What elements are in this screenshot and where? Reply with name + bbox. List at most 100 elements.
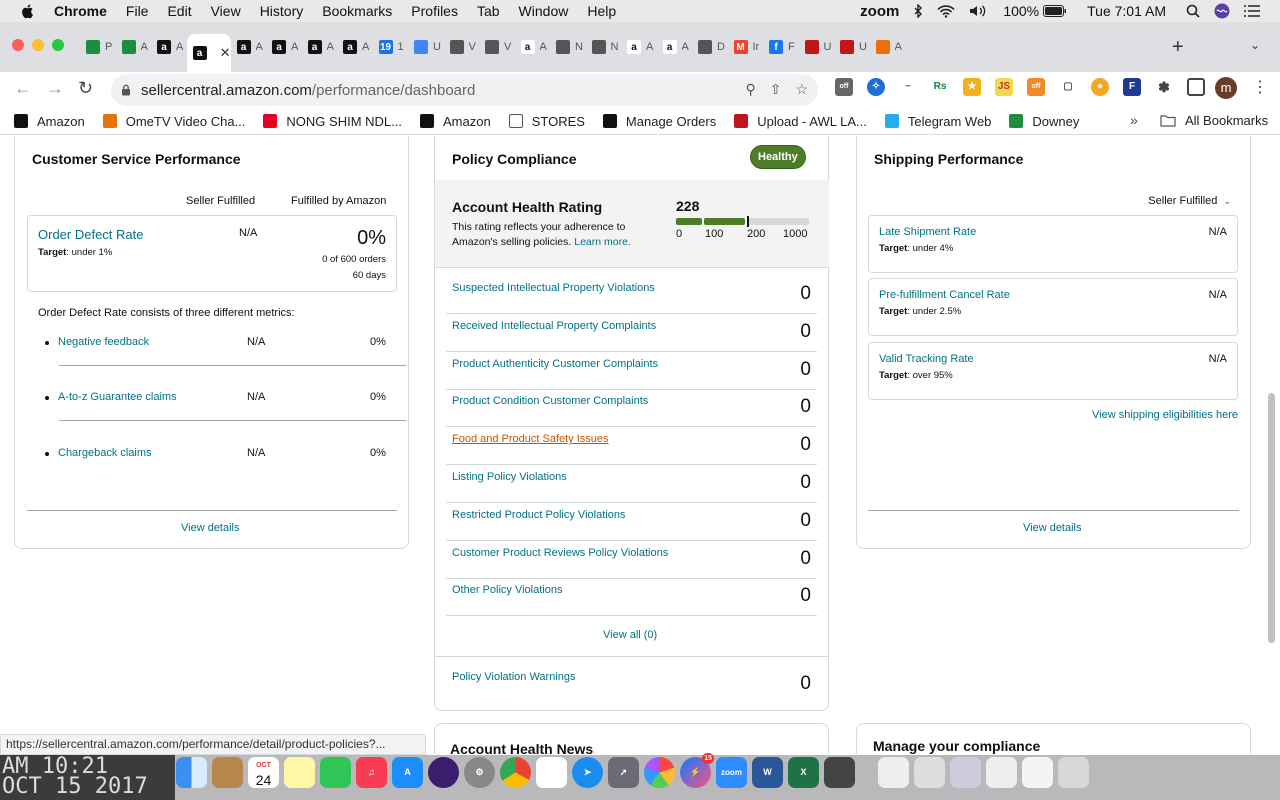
bookmark-item[interactable]: NONG SHIM NDL... [263,114,402,129]
tab[interactable]: U [408,34,444,60]
zoom-app-icon[interactable]: zoom [716,757,747,788]
tab[interactable]: aA [337,34,373,60]
bookmark-item[interactable]: Downey [1009,114,1079,129]
view-all-link[interactable]: View all (0) [603,629,657,641]
tab-active[interactable]: a ✕ [186,34,231,72]
reload-button[interactable]: ↻ [78,78,93,99]
music-icon[interactable]: ♫ [356,757,387,788]
extension-clover-icon[interactable]: ✧ [867,78,885,96]
word-icon[interactable]: W [752,757,783,788]
shipping-metric-link[interactable]: Late Shipment Rate [879,226,976,238]
cs-view-details-link[interactable]: View details [181,522,240,534]
facetime-icon[interactable] [320,757,351,788]
close-tab-icon[interactable]: ✕ [220,45,231,61]
extension-f-icon[interactable]: F [1123,78,1141,96]
policy-row-link[interactable]: Received Intellectual Property Complaint… [452,320,656,332]
extension-off-orange-icon[interactable]: off [1027,78,1045,96]
fulfillment-dropdown[interactable]: Seller Fulfilled ⌄ [1148,195,1231,207]
policy-row-link[interactable]: Product Condition Customer Complaints [452,395,648,407]
policy-row-link[interactable]: Other Policy Violations [452,584,562,596]
app-store-icon[interactable]: A [392,757,423,788]
chrome-icon[interactable] [500,757,531,788]
shipping-view-details-link[interactable]: View details [1023,522,1082,534]
printer-icon[interactable] [824,757,855,788]
tab[interactable]: fF [763,34,799,60]
forward-button[interactable]: → [46,78,64,99]
learn-more-link[interactable]: Learn more. [574,236,631,248]
siri-dock-icon[interactable] [428,757,459,788]
share-icon[interactable]: ⇧ [770,81,782,98]
screenshot-thumb-3-icon[interactable] [986,757,1017,788]
metric-link[interactable]: A-to-z Guarantee claims [58,391,177,403]
lock-icon[interactable] [121,84,131,96]
menu-window[interactable]: Window [519,3,569,19]
shipping-metric-link[interactable]: Pre-fulfillment Cancel Rate [879,289,1010,301]
policy-row-link[interactable]: Product Authenticity Customer Complaints [452,358,658,370]
extensions-puzzle-icon[interactable]: ✽ [1155,78,1173,96]
screenshot-thumb-1-icon[interactable] [914,757,945,788]
policy-row-link[interactable]: Food and Product Safety Issues [452,433,609,445]
bookmark-star-icon[interactable]: ☆ [795,81,808,98]
tab-search-chevron-icon[interactable]: ⌄ [1250,38,1260,52]
metric-link[interactable]: Negative feedback [58,336,149,348]
profile-avatar[interactable]: m [1215,77,1237,99]
metric-link[interactable]: Chargeback claims [58,447,152,459]
page-scrollbar[interactable] [1268,393,1275,643]
policy-row-link[interactable]: Restricted Product Policy Violations [452,509,625,521]
reminders-icon[interactable] [536,757,567,788]
excel-icon[interactable]: X [788,757,819,788]
tab[interactable]: M Ir [728,34,764,60]
bookmark-item[interactable]: OmeTV Video Cha... [102,114,245,129]
spreadsheet-thumb-icon[interactable] [1022,757,1053,788]
launchpad-icon[interactable]: ➚ [608,757,639,788]
apple-icon[interactable] [20,3,36,19]
bookmark-item[interactable]: Telegram Web [884,114,991,129]
extension-off-icon[interactable]: off [835,78,853,96]
bookmark-item[interactable]: Amazon [420,114,491,129]
screenshot-thumb-2-icon[interactable] [950,757,981,788]
tab[interactable]: D [692,34,728,60]
bookmarks-overflow-icon[interactable]: » [1130,112,1138,128]
shipping-eligibilities-link[interactable]: View shipping eligibilities here [1092,409,1238,421]
tab[interactable]: U [799,34,835,60]
extension-star-icon[interactable]: ★ [963,78,981,96]
menu-edit[interactable]: Edit [167,3,191,19]
policy-row-link[interactable]: Suspected Intellectual Property Violatio… [452,282,655,294]
safari-icon[interactable]: ➤ [572,757,603,788]
tab[interactable]: aA [231,34,267,60]
zoom-status[interactable]: zoom [860,3,899,20]
photos-icon[interactable] [644,757,675,788]
tab[interactable]: N [550,34,586,60]
menu-app-name[interactable]: Chrome [54,3,107,19]
tab[interactable]: P [80,34,116,60]
shipping-metric-link[interactable]: Valid Tracking Rate [879,353,974,365]
tab[interactable]: aA [515,34,551,60]
policy-violation-warnings-link[interactable]: Policy Violation Warnings [452,671,576,683]
menu-file[interactable]: File [126,3,149,19]
menu-history[interactable]: History [260,3,304,19]
wifi-icon[interactable] [937,4,955,18]
control-center-icon[interactable] [1244,5,1260,17]
extension-js-icon[interactable]: JS [995,78,1013,96]
notes-icon[interactable] [284,757,315,788]
tab[interactable]: aA [151,34,187,60]
extension-graph-icon[interactable]: ~ [899,78,917,96]
finder-icon[interactable] [176,757,207,788]
back-button[interactable]: ← [14,78,32,99]
tab[interactable]: U [834,34,870,60]
bookmark-item[interactable]: STORES [508,114,585,129]
volume-icon[interactable] [969,4,989,18]
clock[interactable]: Tue 7:01 AM [1087,3,1166,19]
battery-icon[interactable] [1043,5,1067,17]
menu-view[interactable]: View [211,3,241,19]
siri-icon[interactable] [1214,3,1230,19]
trash-icon[interactable] [1058,757,1089,788]
minimize-window-button[interactable] [32,39,44,51]
side-panel-icon[interactable] [1187,78,1205,96]
zoom-magnifier-icon[interactable]: ⚲ [745,81,755,98]
messenger-icon[interactable]: ⚡ 15 [680,753,714,788]
tab[interactable]: A [116,34,152,60]
menu-tab[interactable]: Tab [477,3,500,19]
system-preferences-icon[interactable]: ⚙ [464,757,495,788]
calendar-icon[interactable]: OCT 24 [248,757,279,788]
